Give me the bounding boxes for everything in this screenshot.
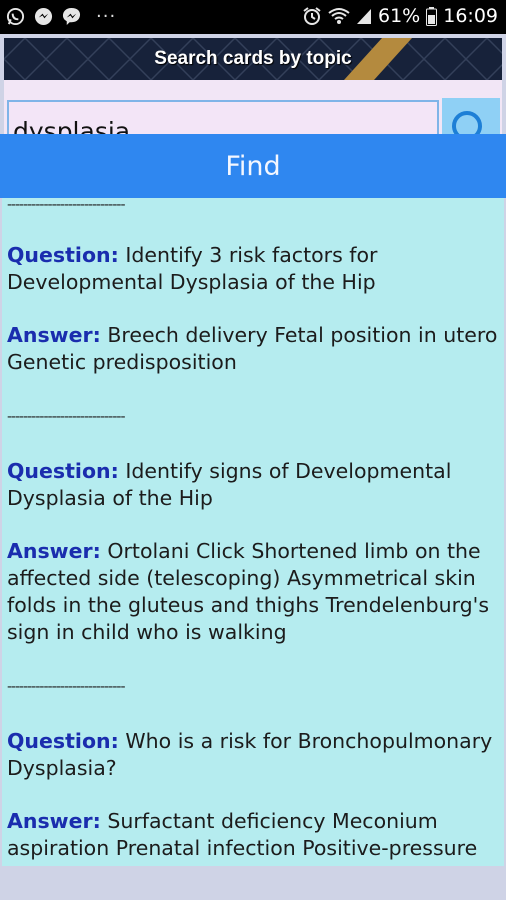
question-label: Question: [7,729,119,753]
result-question: Question: Who is a risk for Bronchopulmo… [7,728,504,782]
answer-label: Answer: [7,809,101,833]
wifi-icon [328,8,350,24]
answer-label: Answer: [7,539,101,563]
find-button[interactable]: Find [0,134,506,198]
result-separator: ----------------------------- [7,198,126,213]
results-list[interactable]: ----------------------------- Question: … [2,198,504,866]
header-bar: Search cards by topic [4,38,502,80]
result-answer: Answer: Breech delivery Fetal position i… [7,322,504,376]
result-answer: Answer: Surfactant deficiency Meconium a… [7,808,504,862]
status-bar: ··· 61% 16:09 [0,0,506,34]
battery-percent: 61% [378,5,421,27]
signal-icon [357,9,371,24]
more-notifications: ··· [96,5,117,27]
result-answer: Answer: Ortolani Click Shortened limb on… [7,538,504,646]
result-separator: ----------------------------- [7,409,126,425]
messenger-style-icon [34,7,53,26]
result-question: Question: Identify signs of Developmenta… [7,458,504,512]
question-label: Question: [7,243,119,267]
clock: 16:09 [443,5,498,27]
whatsapp-icon [6,7,25,26]
result-question: Question: Identify 3 risk factors for De… [7,242,504,296]
question-label: Question: [7,459,119,483]
page-title: Search cards by topic [154,48,352,69]
system-status: 61% 16:09 [302,5,498,27]
notification-icons: ··· [6,7,116,26]
answer-label: Answer: [7,323,101,347]
alarm-icon [303,7,321,25]
result-separator: ----------------------------- [7,679,126,695]
battery-icon [426,6,438,26]
header-divider [4,80,502,94]
messenger-icon [62,7,81,26]
